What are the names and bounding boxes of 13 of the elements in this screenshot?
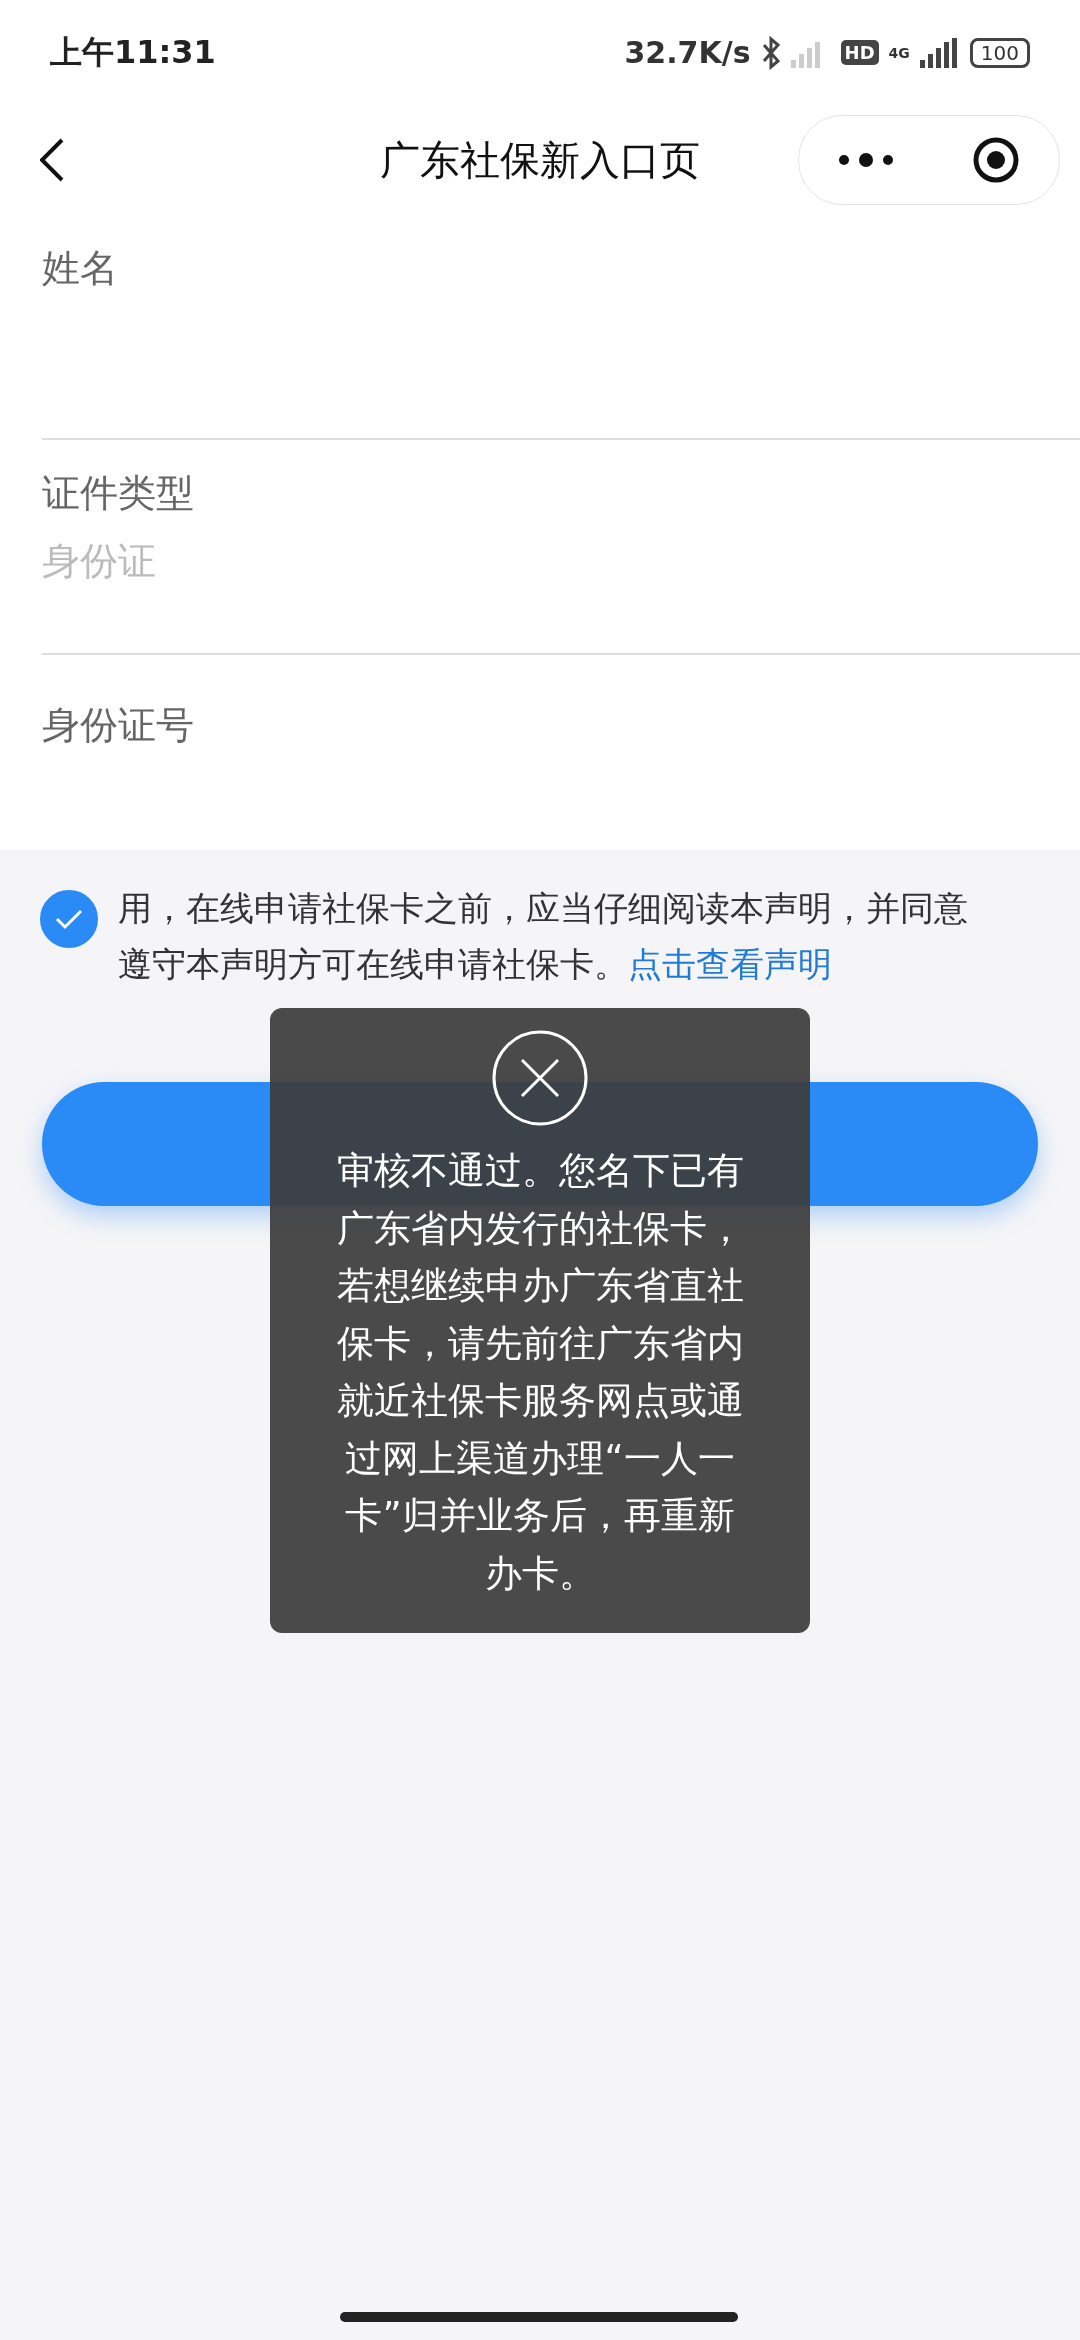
view-statement-link[interactable]: 点击查看声明 (628, 944, 832, 984)
field-label: 身份证号 (42, 702, 195, 749)
network-speed: 32.7K/s (624, 35, 751, 70)
field-label: 姓名 (42, 245, 119, 292)
hd-badge: HD (840, 40, 879, 65)
page-title: 广东社保新入口页 (379, 135, 701, 185)
field-label: 证件类型 (42, 470, 195, 517)
agreement-text: 用，在线申请社保卡之前，应当仔细阅读本声明，并同意遵守本声明方可在线申请社保卡。点击查看声明 (118, 887, 969, 986)
status-time: 上午11:31 (50, 31, 216, 73)
input-field[interactable]: 身份证 (42, 539, 1080, 583)
network-type: 4G (888, 44, 910, 61)
battery-level: 100 (969, 37, 1030, 68)
toast-message: 审核不通过。您名下已有广东省内发行的社保卡，若想继续申办广东省直社保卡，请先前往广东省内就近社保卡服务网点或通过网上渠道办理“一人一卡”归并业务后，再重新办卡。 (335, 1148, 745, 1597)
